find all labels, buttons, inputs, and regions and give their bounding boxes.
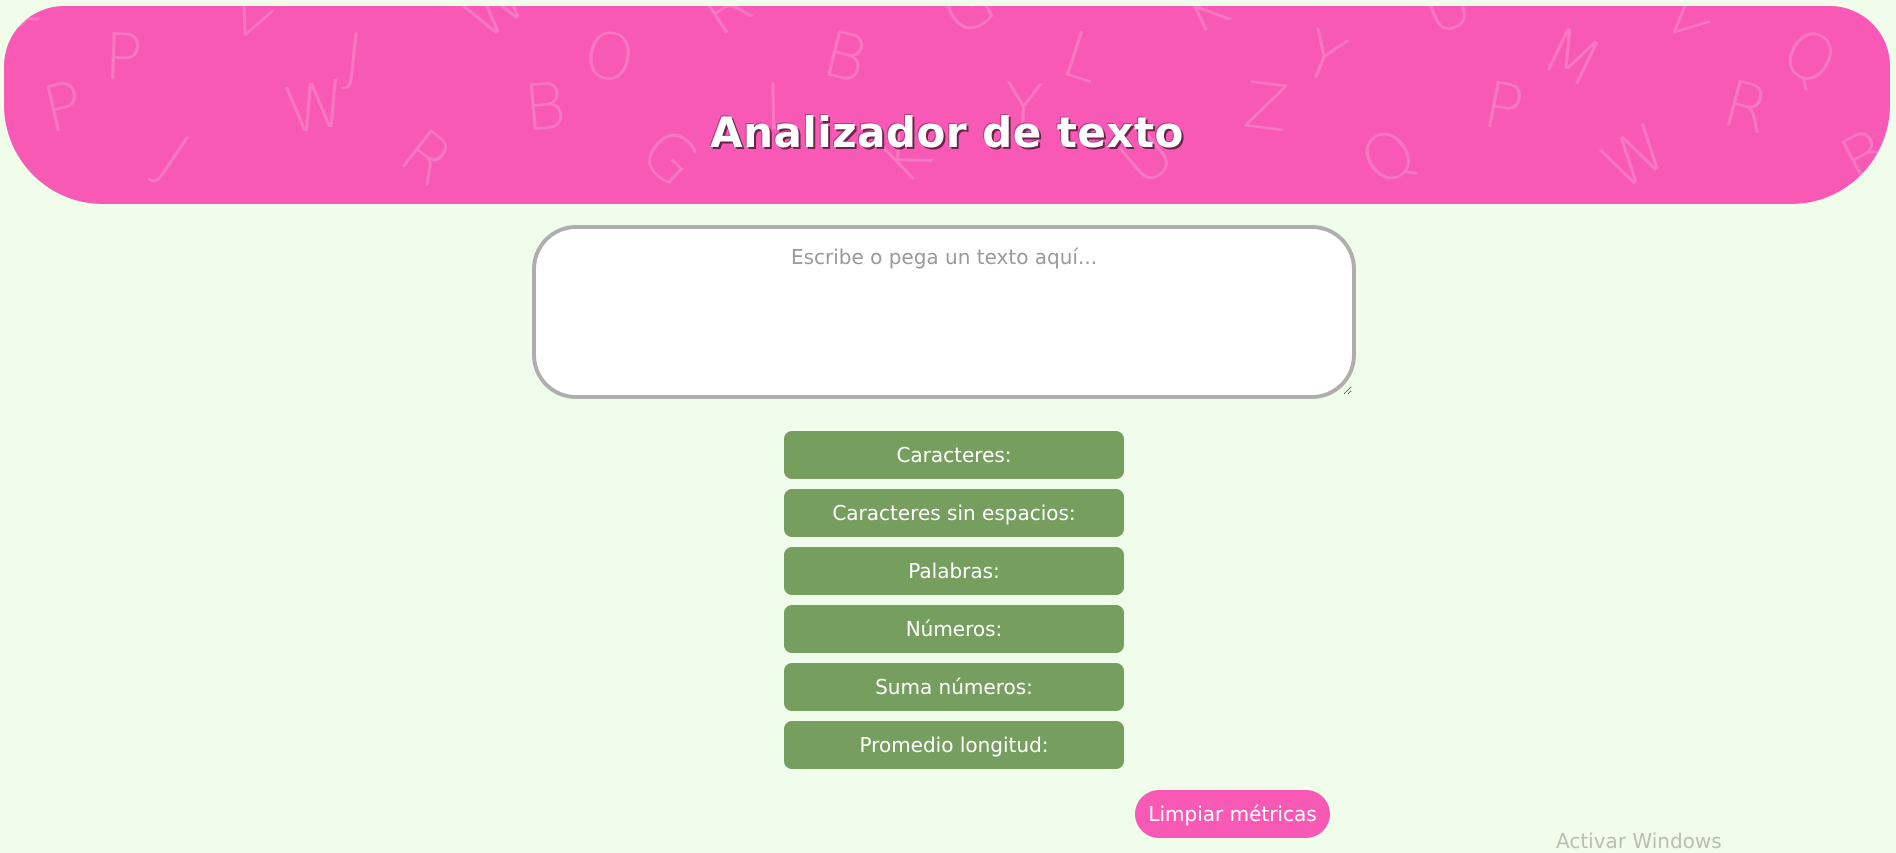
pattern-letter: Z: [205, 6, 287, 51]
metric-numbers: Números:: [784, 605, 1124, 653]
metric-label: Palabras:: [908, 559, 1000, 583]
metric-sum-numbers: Suma números:: [784, 663, 1124, 711]
pattern-letter: P: [102, 20, 144, 96]
pattern-letter: O: [577, 17, 641, 99]
metric-label: Promedio longitud:: [859, 733, 1049, 757]
metric-characters-no-spaces: Caracteres sin espacios:: [784, 489, 1124, 537]
activate-windows-watermark: Activar Windows: [1556, 829, 1722, 853]
metric-words: Palabras:: [784, 547, 1124, 595]
metric-average-length: Promedio longitud:: [784, 721, 1124, 769]
pattern-letter: U: [1412, 6, 1483, 51]
pattern-letter: Q: [1768, 13, 1850, 103]
pattern-letter: R: [687, 6, 766, 52]
text-input[interactable]: [532, 225, 1356, 399]
pattern-letter: G: [929, 6, 1009, 53]
pattern-letter: K: [1170, 6, 1240, 51]
page-title: Analizador de texto: [710, 108, 1184, 157]
text-input-container: [532, 225, 1356, 399]
pattern-letter: Z: [1654, 6, 1718, 50]
metric-label: Suma números:: [875, 675, 1033, 699]
pattern-letter: Q: [4, 6, 54, 52]
metric-label: Caracteres:: [896, 443, 1012, 467]
pattern-letter: J: [340, 20, 367, 96]
clear-metrics-button[interactable]: Limpiar métricas: [1135, 790, 1330, 838]
metric-label: Números:: [905, 617, 1003, 641]
metrics-list: Caracteres: Caracteres sin espacios: Pal…: [784, 431, 1124, 779]
pattern-letter: M: [1530, 12, 1613, 104]
pattern-letter: B: [815, 17, 875, 99]
pattern-letter: W: [448, 6, 544, 57]
pattern-letter: Y: [1291, 16, 1356, 100]
metric-characters: Caracteres:: [784, 431, 1124, 479]
pattern-letter: L: [1053, 17, 1111, 99]
letter-pattern-background: QPZJWORBGLKYUMZQPJWRBGLKYUZQPWRB: [4, 6, 1890, 204]
header-banner: QPZJWORBGLKYUMZQPJWRBGLKYUZQPWRB Analiza…: [4, 6, 1890, 204]
metric-label: Caracteres sin espacios:: [832, 501, 1076, 525]
